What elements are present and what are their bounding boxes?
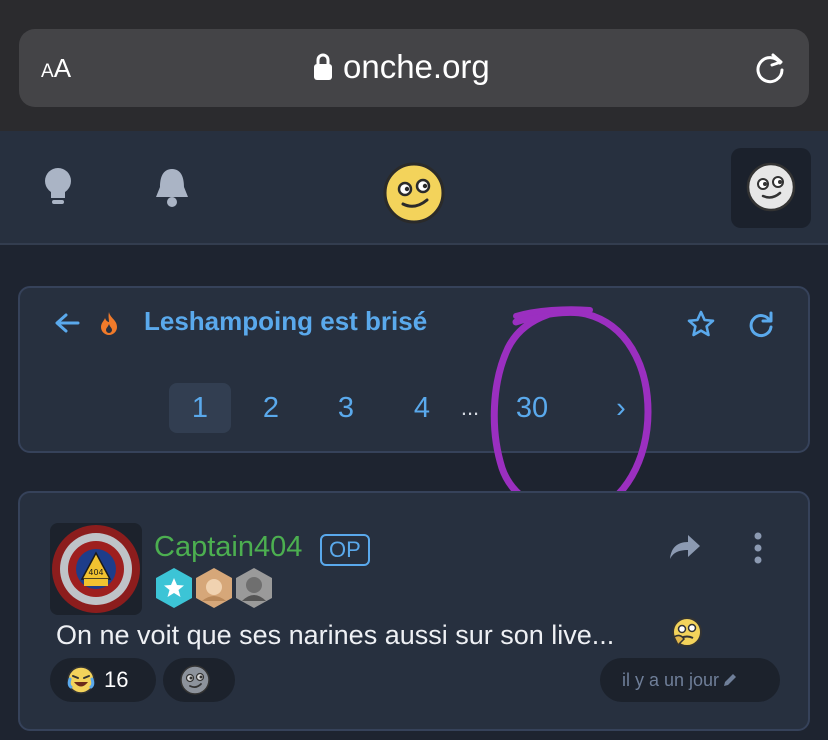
- url-display[interactable]: onche.org: [313, 48, 490, 86]
- add-reaction-button[interactable]: [163, 658, 235, 702]
- page-link-3[interactable]: 3: [321, 383, 371, 433]
- post-content: On ne voit que ses narines aussi sur son…: [56, 620, 615, 650]
- timestamp-text: il y a un jour: [622, 669, 720, 690]
- page-link-2[interactable]: 2: [246, 383, 296, 433]
- post-timestamp[interactable]: il y a un jour: [600, 658, 780, 702]
- fire-icon: [101, 312, 117, 335]
- lock-icon: [314, 53, 332, 80]
- reload-icon[interactable]: [753, 51, 787, 85]
- smiley-logo-icon[interactable]: [383, 162, 445, 224]
- avatar-face-icon: [746, 162, 796, 212]
- app-navbar: [0, 131, 828, 245]
- page-link-4[interactable]: 4: [398, 383, 446, 433]
- laughing-crying-emoji-icon: [67, 666, 95, 694]
- text-size-button[interactable]: AA: [41, 53, 71, 84]
- browser-chrome: AA onche.org: [0, 0, 828, 131]
- thinking-emoji-icon: [672, 617, 702, 647]
- address-bar[interactable]: AA onche.org: [19, 29, 809, 107]
- user-avatar[interactable]: 404: [50, 523, 142, 615]
- bell-icon[interactable]: [152, 165, 192, 209]
- post-card: 404 Captain404 OP On ne voit que ses nar…: [18, 491, 810, 731]
- topic-title[interactable]: Leshampoing est brisé: [144, 306, 427, 337]
- topic-header-card: Leshampoing est brisé 1 2 3 4 ... 30 ›: [18, 286, 810, 453]
- svg-text:404: 404: [88, 568, 103, 577]
- reaction-count: 16: [104, 667, 129, 692]
- page-link-1[interactable]: 1: [169, 383, 231, 433]
- portrait-badge-icon: [236, 568, 272, 608]
- share-icon[interactable]: [668, 533, 702, 561]
- url-text: onche.org: [343, 48, 490, 85]
- post-username[interactable]: Captain404: [154, 531, 302, 564]
- shield-avatar-image: 404: [52, 525, 140, 613]
- pagination-ellipsis: ...: [460, 395, 480, 420]
- lightbulb-icon[interactable]: [40, 165, 80, 209]
- star-icon[interactable]: [686, 309, 716, 339]
- op-badge: OP: [320, 534, 370, 566]
- back-arrow-icon[interactable]: [54, 312, 80, 334]
- more-options-icon[interactable]: [752, 531, 764, 565]
- reaction-laugh[interactable]: 16: [50, 658, 156, 702]
- pencil-icon: [724, 674, 737, 686]
- user-badges: [154, 567, 274, 609]
- profile-button[interactable]: [731, 148, 811, 228]
- add-reaction-face-icon: [180, 665, 210, 695]
- refresh-icon[interactable]: [747, 309, 775, 339]
- photo-badge-icon: [196, 568, 232, 608]
- star-badge-icon: [156, 568, 192, 608]
